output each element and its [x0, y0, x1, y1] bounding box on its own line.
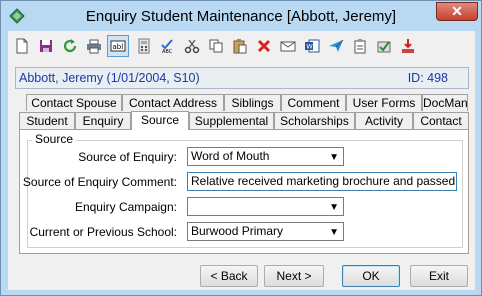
delete-icon[interactable]	[253, 35, 275, 57]
previous-school-dropdown[interactable]: Burwood Primary ▼	[187, 222, 344, 241]
title-bar[interactable]: Enquiry Student Maintenance [Abbott, Jer…	[1, 1, 481, 31]
back-button[interactable]: < Back	[200, 265, 258, 287]
cut-icon[interactable]	[181, 35, 203, 57]
tab-source[interactable]: Source	[131, 111, 189, 130]
chevron-down-icon: ▼	[329, 152, 339, 163]
email-icon[interactable]	[277, 35, 299, 57]
exit-button[interactable]: Exit	[410, 265, 468, 287]
send-icon[interactable]	[325, 35, 347, 57]
tab-scholarships[interactable]: Scholarships	[274, 112, 355, 129]
tab-strip: Contact Spouse Contact Address Siblings …	[19, 94, 469, 130]
tab-contact-spouse[interactable]: Contact Spouse	[26, 94, 122, 111]
tab-user-forms[interactable]: User Forms	[346, 94, 422, 111]
word-icon[interactable]: W	[301, 35, 323, 57]
clipboard-icon[interactable]	[349, 35, 371, 57]
tab-contact[interactable]: Contact	[413, 112, 469, 129]
tab-siblings[interactable]: Siblings	[224, 94, 281, 111]
enquiry-campaign-dropdown[interactable]: ▼	[187, 197, 344, 216]
tab-docman[interactable]: DocMan	[422, 94, 468, 111]
student-name-label: Abbott, Jeremy (1/01/2004, S10)	[19, 71, 200, 85]
source-comment-input[interactable]: Relative received marketing brochure and…	[187, 172, 457, 191]
chevron-down-icon: ▼	[329, 227, 339, 238]
window-title: Enquiry Student Maintenance [Abbott, Jer…	[85, 8, 397, 25]
download-icon[interactable]	[397, 35, 419, 57]
client-area: abl ABC W Abbott, Jeremy (1/01/2004, S10…	[8, 31, 475, 290]
copy-icon[interactable]	[205, 35, 227, 57]
svg-text:W: W	[306, 43, 313, 51]
source-group: Source Source of Enquiry: Word of Mouth …	[23, 132, 463, 248]
svg-text:abl: abl	[113, 43, 124, 51]
tab-supplemental[interactable]: Supplemental	[189, 112, 274, 129]
student-info-bar: Abbott, Jeremy (1/01/2004, S10) ID: 498	[15, 67, 469, 89]
close-window-button[interactable]: ✕	[436, 2, 478, 21]
source-of-enquiry-value: Word of Mouth	[191, 149, 270, 163]
toolbar: abl ABC W	[8, 31, 475, 61]
save-icon[interactable]	[35, 35, 57, 57]
paste-icon[interactable]	[229, 35, 251, 57]
spell-check-icon[interactable]: ABC	[157, 35, 179, 57]
approve-icon[interactable]	[373, 35, 395, 57]
next-button[interactable]: Next >	[264, 265, 324, 287]
chevron-down-icon: ▼	[329, 202, 339, 213]
source-of-enquiry-label: Source of Enquiry:	[78, 150, 177, 164]
text-field-icon[interactable]: abl	[107, 35, 129, 57]
tab-contact-address[interactable]: Contact Address	[122, 94, 224, 111]
source-of-enquiry-dropdown[interactable]: Word of Mouth ▼	[187, 147, 344, 166]
print-icon[interactable]	[83, 35, 105, 57]
source-comment-label: Source of Enquiry Comment:	[22, 175, 177, 189]
application-window: Enquiry Student Maintenance [Abbott, Jer…	[0, 0, 482, 296]
previous-school-label: Current or Previous School:	[29, 225, 177, 239]
tab-enquiry[interactable]: Enquiry	[75, 112, 131, 129]
ok-button[interactable]: OK	[342, 265, 400, 287]
calculator-icon[interactable]	[133, 35, 155, 57]
student-id-label: ID: 498	[407, 71, 448, 85]
enquiry-campaign-label: Enquiry Campaign:	[74, 200, 177, 214]
svg-text:ABC: ABC	[162, 49, 173, 54]
source-tab-panel: Source Source of Enquiry: Word of Mouth …	[19, 129, 469, 254]
tab-comment[interactable]: Comment	[281, 94, 346, 111]
previous-school-value: Burwood Primary	[191, 224, 284, 238]
tab-student[interactable]: Student	[19, 112, 75, 129]
source-group-title: Source	[32, 132, 77, 146]
tab-activity[interactable]: Activity	[355, 112, 413, 129]
refresh-icon[interactable]	[59, 35, 81, 57]
new-icon[interactable]	[11, 35, 33, 57]
